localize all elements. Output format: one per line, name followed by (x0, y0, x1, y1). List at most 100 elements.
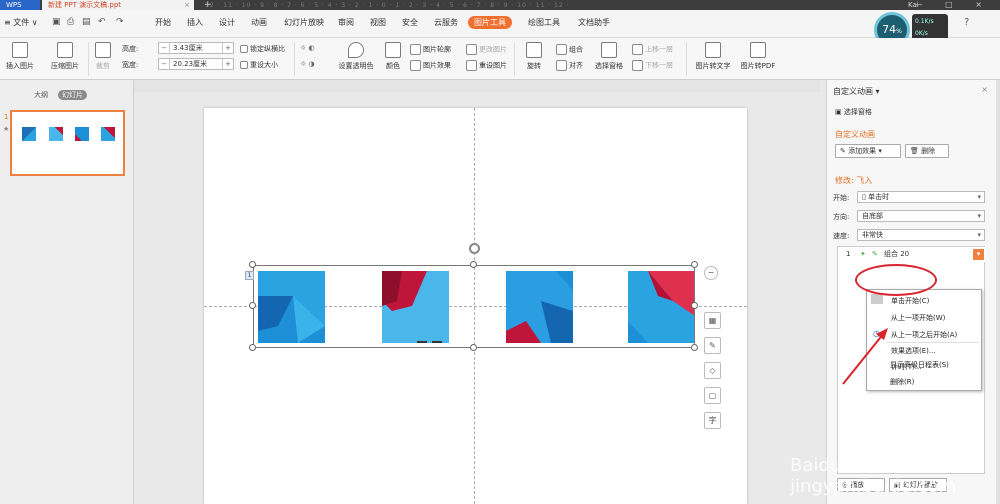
width-plus-button[interactable]: + (222, 59, 233, 69)
tab-security[interactable]: 安全 (402, 17, 418, 28)
tab-design[interactable]: 设计 (219, 17, 235, 28)
selection-pane-icon: ▣ (835, 108, 844, 116)
add-effect-button[interactable]: ✎ 添加效果 ▾ (835, 144, 901, 158)
delete-effect-button[interactable]: 🗑 删除 (905, 144, 949, 158)
document-tab[interactable]: 新建 PPT 演示文稿.ppt × (42, 0, 194, 10)
frame-icon[interactable]: ▢ (704, 387, 721, 404)
help-icon[interactable]: ? (964, 17, 969, 28)
window-controls[interactable]: — □ × (915, 0, 992, 10)
fill-icon[interactable]: ◇ (704, 362, 721, 379)
direction-select[interactable]: 自底部 ▾ (857, 210, 985, 222)
rotate-button[interactable]: 旋转 (520, 42, 548, 71)
image-effect-button[interactable]: 图片效果 (410, 60, 451, 71)
compress-image-button[interactable]: 压缩图片 (48, 42, 82, 71)
resize-handle[interactable] (691, 302, 698, 309)
menu-item-delete[interactable]: 删除(R) (890, 377, 914, 387)
resize-handle[interactable] (249, 261, 256, 268)
tab-slideshow[interactable]: 幻灯片放映 (284, 17, 324, 28)
align-icon (556, 60, 567, 71)
menu-item-advanced-timeline[interactable]: 显示高级日程表(S) (890, 360, 949, 370)
tab-drawing-tools[interactable]: 绘图工具 (528, 17, 560, 28)
tab-insert[interactable]: 插入 (187, 17, 203, 28)
pane-title[interactable]: 自定义动画 ▾ (833, 86, 880, 97)
close-tab-icon[interactable]: × (184, 0, 190, 10)
layout-icon[interactable]: ▦ (704, 312, 721, 329)
align-button[interactable]: 对齐 (556, 60, 583, 71)
selection-pane-button[interactable]: 选择窗格 (592, 42, 626, 71)
collapse-icon[interactable]: − (704, 266, 718, 280)
image-to-text-button[interactable]: 图片转文字 (692, 42, 734, 71)
bring-forward-button[interactable]: 上移一层 (632, 44, 673, 55)
group-selection-box[interactable] (253, 265, 695, 348)
align-label: 对齐 (569, 61, 583, 70)
menu-item-with-previous[interactable]: 从上一项开始(W) (891, 313, 945, 323)
thumb-image (75, 127, 89, 141)
print-icon[interactable]: ⎙ (67, 17, 74, 27)
tab-picture-tools[interactable]: 图片工具 (468, 16, 512, 29)
reset-image-button[interactable]: 重设图片 (466, 60, 507, 71)
color-button[interactable]: 颜色 (380, 42, 406, 71)
animation-star-icon: ★ (3, 125, 10, 133)
width-input[interactable]: −20.23厘米 + (158, 58, 234, 70)
animation-order-tag[interactable]: 1 (245, 271, 254, 280)
insert-image-button[interactable]: 插入图片 (0, 42, 40, 71)
tab-cloud[interactable]: 云服务 (434, 17, 458, 28)
menu-item-effect-options[interactable]: 效果选项(E)... (891, 346, 936, 356)
tab-doc-assistant[interactable]: 文档助手 (578, 17, 610, 28)
thumb-image (22, 127, 36, 141)
crop-label: 裁剪 (96, 62, 110, 70)
undo-icon[interactable]: ↶ (98, 17, 106, 27)
list-item-dropdown-icon[interactable]: ▾ (973, 249, 984, 260)
tab-review[interactable]: 审阅 (338, 17, 354, 28)
reset-size-button[interactable]: 重设大小 (240, 60, 278, 70)
height-minus-button[interactable]: − (159, 43, 170, 53)
bring-forward-label: 上移一层 (645, 45, 673, 54)
contrast-icon[interactable]: ☼ ◑ (300, 60, 315, 68)
ruler-area (134, 80, 820, 92)
file-menu[interactable]: ≡ 文件 ∨ (4, 17, 38, 28)
pen-icon[interactable]: ✎ (704, 337, 721, 354)
resize-handle[interactable] (470, 344, 477, 351)
image-outline-button[interactable]: 图片轮廓 (410, 44, 451, 55)
image-to-pdf-button[interactable]: 图片转PDF (736, 42, 780, 71)
resize-handle[interactable] (249, 344, 256, 351)
group-button[interactable]: 组合 (556, 44, 583, 55)
rotate-icon (526, 42, 542, 58)
add-effect-label: 添加效果 ▾ (848, 147, 882, 155)
brightness-up-icon[interactable]: ☼ ◐ (300, 44, 315, 52)
change-image-button[interactable]: 更改图片 (466, 44, 507, 55)
speed-select[interactable]: 非常快 ▾ (857, 229, 985, 241)
group-label: 组合 (569, 45, 583, 54)
wps-app-tab[interactable]: WPS (0, 0, 40, 10)
tab-view[interactable]: 视图 (370, 17, 386, 28)
redo-icon[interactable]: ↷ (116, 17, 124, 27)
tab-home[interactable]: 开始 (155, 17, 171, 28)
tab-outline[interactable]: 大纲 (34, 90, 48, 100)
crop-button[interactable]: 裁剪 (92, 42, 114, 71)
resize-handle[interactable] (470, 261, 477, 268)
close-pane-icon[interactable]: × (981, 85, 988, 94)
resize-handle[interactable] (249, 302, 256, 309)
start-select[interactable]: ▯ 单击时 ▾ (857, 191, 985, 203)
text-icon[interactable]: 字 (704, 412, 721, 429)
animation-list-item[interactable]: 1 ✦ ✎ 组合 20 ▾ (838, 247, 986, 262)
export-icon[interactable]: ▤ (82, 17, 91, 27)
menu-item-after-previous[interactable]: 从上一项之后开始(A) (891, 330, 957, 340)
height-plus-button[interactable]: + (222, 43, 233, 53)
height-input[interactable]: −3.43厘米 + (158, 42, 234, 54)
selection-pane-link[interactable]: ▣ 选择窗格 (835, 107, 872, 117)
save-icon[interactable]: ▣ (52, 17, 61, 27)
set-transparent-button[interactable]: 设置透明色 (334, 42, 378, 71)
tab-animation[interactable]: 动画 (251, 17, 267, 28)
resize-handle[interactable] (691, 344, 698, 351)
menu-item-on-click[interactable]: 单击开始(C) (891, 296, 929, 306)
tab-slides[interactable]: 幻灯片 (58, 90, 87, 100)
lock-ratio-checkbox[interactable]: 锁定纵横比 (240, 44, 285, 54)
slide-thumbnail[interactable] (10, 110, 125, 176)
width-minus-button[interactable]: − (159, 59, 170, 69)
trash-icon: 🗑 (910, 147, 922, 155)
vertical-scrollbar[interactable] (996, 80, 1000, 504)
resize-handle[interactable] (691, 261, 698, 268)
send-backward-button[interactable]: 下移一层 (632, 60, 673, 71)
rotate-handle-icon[interactable] (469, 243, 480, 254)
